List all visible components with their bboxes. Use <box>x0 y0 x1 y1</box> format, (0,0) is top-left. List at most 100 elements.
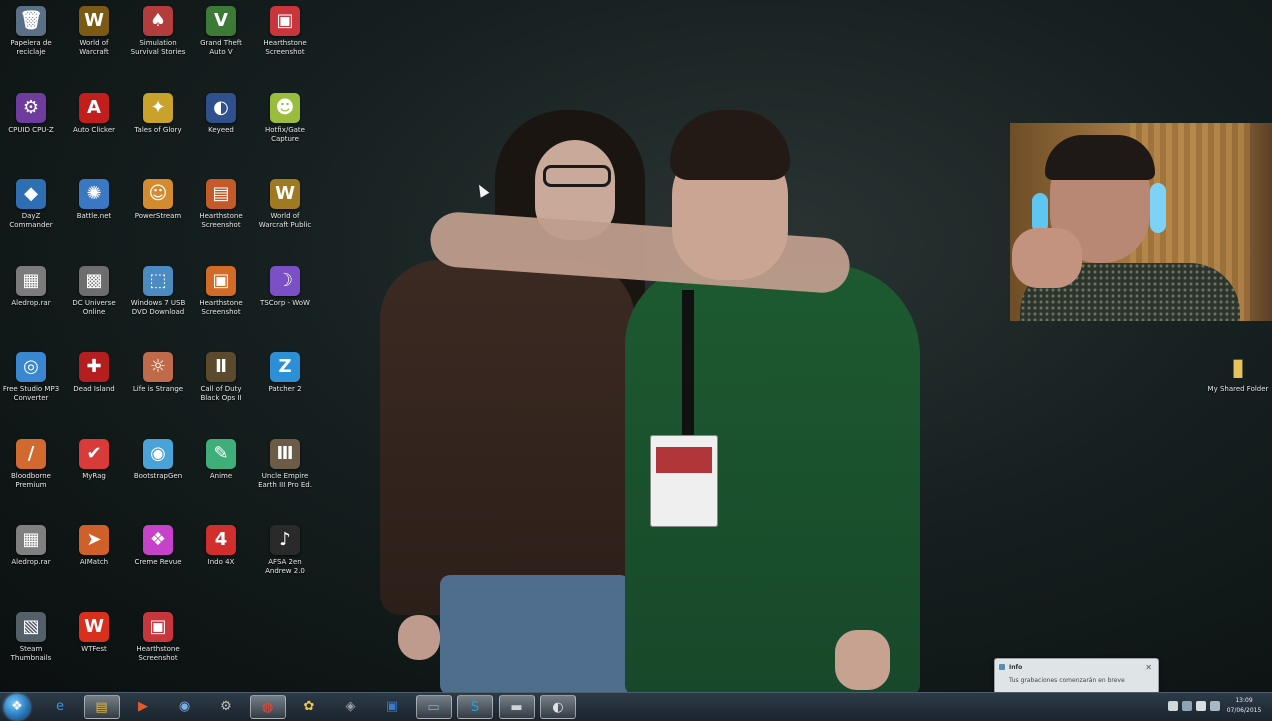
media-icon[interactable]: ▶ <box>125 695 161 719</box>
desktop-icon-label: DC Universe Online <box>72 299 116 316</box>
wow-icon: W <box>79 6 109 36</box>
desktop-icon[interactable]: ⬚ Windows 7 USB DVD Download <box>127 262 189 340</box>
app2-icon[interactable]: ▣ <box>374 695 410 719</box>
desktop-icon[interactable]: ▣ Hearthstone Screenshot <box>127 608 189 686</box>
chrome-icon[interactable]: ◍ <box>249 695 286 719</box>
wallpaper-photo-badge-logo <box>656 447 712 473</box>
desktop-icon-label: PowerStream <box>134 212 182 220</box>
desktop-icon[interactable]: ♠ Simulation Survival Stories <box>127 2 189 80</box>
monitor-icon[interactable]: ▭ <box>415 695 452 719</box>
converter-icon: ◎ <box>16 352 46 382</box>
desktop-icon-label: Simulation Survival Stories <box>130 39 186 56</box>
desktop-icon[interactable]: ❖ Creme Revue <box>127 521 189 599</box>
app-icon: ♠ <box>143 6 173 36</box>
desktop-icon[interactable]: W World of Warcraft Public <box>254 175 316 253</box>
desktop-icon[interactable]: ▧ Steam Thumbnails <box>0 608 62 686</box>
desktop-icon-label: Indo 4X <box>207 558 235 566</box>
desktop-icon-label: World of Warcraft Public <box>258 212 312 229</box>
desktop-icon[interactable]: ✎ Anime <box>190 435 252 513</box>
desktop-icon-label: Battle.net <box>76 212 112 220</box>
desktop-icon[interactable]: ✺ Battle.net <box>63 175 125 253</box>
desktop-icon-label: Life is Strange <box>132 385 184 393</box>
notification-balloon[interactable]: Info Tus grabaciones comenzarán en breve… <box>994 658 1159 694</box>
desktop-icon[interactable]: ◉ BootstrapGen <box>127 435 189 513</box>
notification-body: Tus grabaciones comenzarán en breve <box>1009 677 1125 684</box>
desktop-icon[interactable]: 4 Indo 4X <box>190 521 252 599</box>
app-icon: ◐ <box>206 93 236 123</box>
record-icon[interactable]: ◐ <box>540 695 576 719</box>
desktop-icon-shared-folder[interactable]: ▮ My Shared Folder <box>1205 348 1271 426</box>
network-tray-icon[interactable] <box>1196 701 1206 711</box>
desktop-icon[interactable]: ✔ MyRag <box>63 435 125 513</box>
tray-app-icon[interactable] <box>1182 701 1192 711</box>
desktop-icon[interactable]: ☻ Hotfix/Gate Capture <box>254 89 316 167</box>
webcam-person-hand <box>1012 228 1082 288</box>
desktop-icon-label: My Shared Folder <box>1207 385 1269 393</box>
start-button[interactable]: ❖ <box>4 694 30 720</box>
desktop-icon-label: Aledrop.rar <box>11 299 51 307</box>
network-icon[interactable]: ◉ <box>167 695 203 719</box>
desktop-icon[interactable]: ◎ Free Studio MP3 Converter <box>0 348 62 426</box>
close-icon[interactable]: ✕ <box>1145 663 1152 672</box>
desktop-icon[interactable]: / Bloodborne Premium <box>0 435 62 513</box>
desktop-icon[interactable]: ▣ Hearthstone Screenshot <box>190 262 252 340</box>
tools-icon[interactable]: ⚙ <box>208 695 244 719</box>
app-icon: ◉ <box>143 439 173 469</box>
desktop-icon[interactable]: ▣ Hearthstone Screenshot <box>254 2 316 80</box>
wallpaper-photo-girl-jacket <box>380 260 635 615</box>
app-icon[interactable]: ◈ <box>333 695 369 719</box>
desktop-icon[interactable]: ▤ Hearthstone Screenshot <box>190 175 252 253</box>
desktop-icon-label: Auto Clicker <box>72 126 116 134</box>
explorer-icon[interactable]: ▤ <box>83 695 120 719</box>
desktop-icon-label: Aledrop.rar <box>11 558 51 566</box>
desktop-icon[interactable]: ▦ Aledrop.rar <box>0 521 62 599</box>
desktop-icon-label: Hotfix/Gate Capture <box>265 126 305 143</box>
app-icon: 4 <box>206 525 236 555</box>
webcam-person-hair <box>1045 135 1155 180</box>
app-icon: ➤ <box>79 525 109 555</box>
ie-icon[interactable]: e <box>42 695 78 719</box>
desktop-icon-label: Hearthstone Screenshot <box>136 645 180 662</box>
webcam-overlay <box>1010 123 1272 321</box>
desktop-icon[interactable]: ☼ Life is Strange <box>127 348 189 426</box>
folder-icon[interactable]: ✿ <box>291 695 327 719</box>
desktop-icon[interactable]: W WTFest <box>63 608 125 686</box>
desktop-icon[interactable]: ◆ DayZ Commander <box>0 175 62 253</box>
volume-icon[interactable] <box>1210 701 1220 711</box>
wallpaper-photo-guy-hair <box>670 110 790 180</box>
wow-icon: W <box>270 179 300 209</box>
desktop-icon-label: Dead Island <box>73 385 115 393</box>
desktop-icon[interactable]: ◐ Keyeed <box>190 89 252 167</box>
desktop-icon[interactable]: ☺ PowerStream <box>127 175 189 253</box>
app-icon: ✔ <box>79 439 109 469</box>
tray-arrow-icon[interactable] <box>1168 701 1178 711</box>
app-icon: ✎ <box>206 439 236 469</box>
desktop-icon[interactable]: Ⅱ Call of Duty Black Ops II <box>190 348 252 426</box>
screen-icon[interactable]: ▬ <box>498 695 535 719</box>
desktop-icon[interactable]: ✦ Tales of Glory <box>127 89 189 167</box>
desktop-icon[interactable]: 🗑 Papelera de reciclaje <box>0 2 62 80</box>
desktop-icon[interactable]: A Auto Clicker <box>63 89 125 167</box>
notification-title: Info <box>1009 664 1023 671</box>
desktop-icon[interactable]: V Grand Theft Auto V <box>190 2 252 80</box>
desktop-icon-label: AIMatch <box>79 558 109 566</box>
desktop-icon[interactable]: ➤ AIMatch <box>63 521 125 599</box>
app-icon: W <box>79 612 109 642</box>
desktop-icon-label: Hearthstone Screenshot <box>263 39 307 56</box>
desktop-icon[interactable]: ▩ DC Universe Online <box>63 262 125 340</box>
desktop-icon[interactable]: ☽ TSCorp - WoW <box>254 262 316 340</box>
desktop-icon[interactable]: W World of Warcraft <box>63 2 125 80</box>
desktop-icon-label: Tales of Glory <box>134 126 182 134</box>
desktop-icon[interactable]: ✚ Dead Island <box>63 348 125 426</box>
system-clock[interactable]: 13:09 07/06/2015 <box>1224 696 1264 716</box>
headset-icon <box>1150 183 1166 233</box>
desktop-icon[interactable]: ♪ AFSA 2en Andrew 2.0 <box>254 521 316 599</box>
desktop-icon[interactable]: Z Patcher 2 <box>254 348 316 426</box>
desktop-icon[interactable]: ▦ Aledrop.rar <box>0 262 62 340</box>
desktop-icon[interactable]: Ⅲ Uncle Empire Earth III Pro Ed. <box>254 435 316 513</box>
app-icon: ❖ <box>143 525 173 555</box>
clock-time: 13:09 <box>1235 697 1253 704</box>
desktop-icon[interactable]: ⚙ CPUID CPU-Z <box>0 89 62 167</box>
capture-icon: ☻ <box>270 93 300 123</box>
skype-icon[interactable]: S <box>457 695 493 719</box>
